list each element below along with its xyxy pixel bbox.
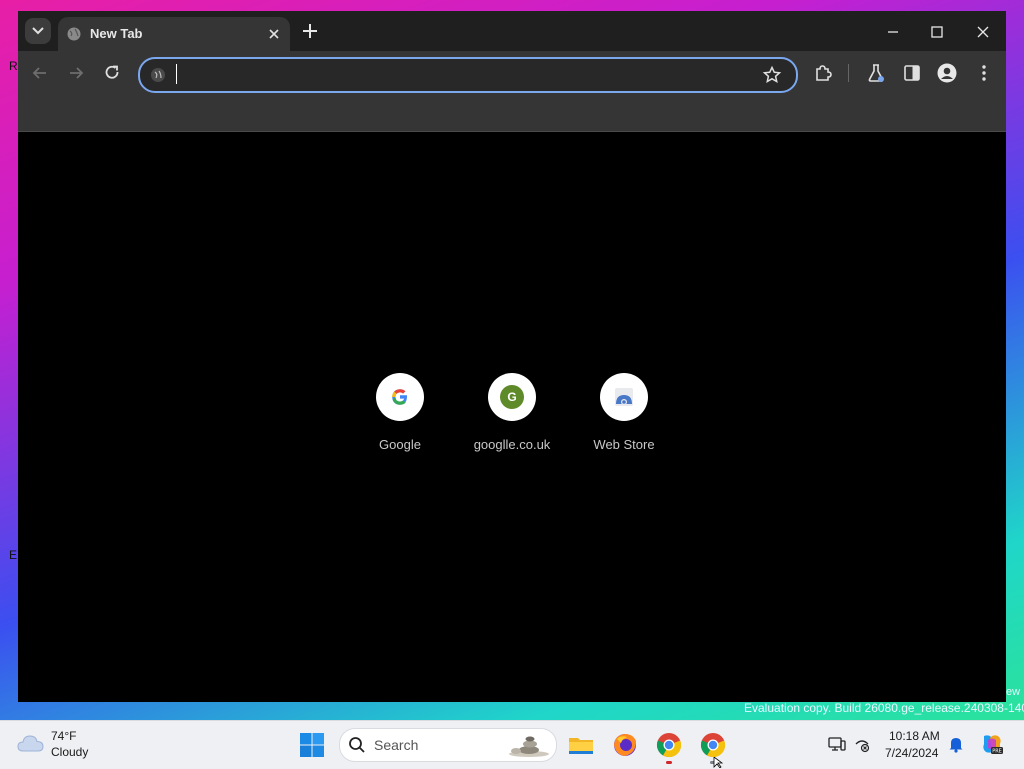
chrome-icon[interactable] bbox=[655, 731, 683, 759]
shortcut-tile-googlle[interactable]: G googlle.co.uk bbox=[456, 373, 568, 452]
google-g-icon bbox=[392, 389, 408, 405]
minimize-icon[interactable] bbox=[880, 19, 906, 45]
notification-bell-icon[interactable] bbox=[947, 735, 965, 753]
shortcut-icon-circle: G bbox=[488, 373, 536, 421]
letter-g-avatar-icon: G bbox=[500, 385, 524, 409]
new-tab-page: Google G googlle.co.uk Web Store bbox=[18, 132, 1006, 702]
reload-icon[interactable] bbox=[102, 63, 122, 83]
labs-flask-icon[interactable] bbox=[866, 63, 886, 83]
web-store-icon bbox=[615, 388, 633, 406]
taskbar: 74°F Cloudy Search 10:18 AM 7/24/2024 PR… bbox=[0, 720, 1024, 769]
copilot-icon[interactable]: PRE bbox=[980, 732, 1004, 756]
shortcut-label: Web Store bbox=[593, 437, 655, 452]
mouse-cursor-icon bbox=[713, 757, 724, 768]
tab-new-tab[interactable]: New Tab bbox=[58, 17, 290, 51]
toolbar bbox=[18, 51, 1006, 95]
taskbar-search-box[interactable]: Search bbox=[339, 728, 557, 762]
shortcut-tile-web-store[interactable]: Web Store bbox=[568, 373, 680, 452]
running-indicator bbox=[666, 761, 672, 764]
browser-window: New Tab Google G googlle.co.uk Web Store bbox=[18, 11, 1006, 702]
clock-time[interactable]: 10:18 AM bbox=[889, 729, 940, 743]
desktop-watermark-fragment: ew bbox=[1006, 686, 1021, 698]
windows-start-icon[interactable] bbox=[299, 732, 325, 758]
shortcut-tile-google[interactable]: Google bbox=[344, 373, 456, 452]
maximize-icon[interactable] bbox=[924, 19, 950, 45]
close-tab-icon[interactable] bbox=[266, 26, 282, 42]
clock-date[interactable]: 7/24/2024 bbox=[885, 746, 938, 760]
search-icon bbox=[349, 737, 365, 753]
evaluation-watermark: Evaluation copy. Build 26080.ge_release.… bbox=[744, 701, 1024, 715]
back-arrow-icon[interactable] bbox=[30, 63, 50, 83]
desktop-icon-label-fragment: R bbox=[9, 59, 18, 73]
shortcut-icon-circle bbox=[600, 373, 648, 421]
weather-temperature: 74°F bbox=[51, 729, 77, 743]
desktop-icon-label-fragment: E bbox=[9, 548, 18, 562]
forward-arrow-icon[interactable] bbox=[66, 63, 86, 83]
tab-title: New Tab bbox=[90, 26, 143, 41]
search-highlight-stones-icon bbox=[509, 736, 549, 757]
weather-condition: Cloudy bbox=[51, 745, 89, 759]
tab-strip: New Tab bbox=[18, 11, 1006, 51]
globe-icon bbox=[67, 27, 81, 41]
shortcut-icon-circle bbox=[376, 373, 424, 421]
tab-search-button[interactable] bbox=[25, 18, 51, 44]
file-explorer-icon[interactable] bbox=[567, 731, 595, 759]
side-panel-icon[interactable] bbox=[902, 63, 922, 83]
new-tab-plus-icon[interactable] bbox=[300, 21, 320, 41]
svg-text:PRE: PRE bbox=[992, 749, 1002, 755]
cloud-icon bbox=[17, 735, 44, 752]
toolbar-divider bbox=[848, 64, 849, 82]
site-info-icon[interactable] bbox=[150, 67, 166, 83]
search-placeholder: Search bbox=[374, 737, 419, 753]
chrome-canary-icon[interactable] bbox=[699, 731, 727, 759]
avatar-initial: G bbox=[507, 390, 517, 404]
shortcut-label: googlle.co.uk bbox=[473, 437, 551, 452]
bookmarks-bar bbox=[18, 95, 1006, 132]
more-menu-icon[interactable] bbox=[974, 63, 994, 83]
text-cursor bbox=[176, 64, 177, 84]
bookmark-star-icon[interactable] bbox=[762, 65, 782, 85]
firefox-icon[interactable] bbox=[611, 731, 639, 759]
display-settings-icon[interactable] bbox=[828, 735, 846, 753]
chevron-down-icon bbox=[32, 27, 44, 35]
network-disconnected-icon[interactable] bbox=[853, 735, 871, 753]
profile-avatar-icon[interactable] bbox=[937, 63, 957, 83]
extensions-puzzle-icon[interactable] bbox=[813, 63, 833, 83]
close-window-icon[interactable] bbox=[970, 19, 996, 45]
address-bar[interactable] bbox=[138, 57, 798, 93]
shortcut-label: Google bbox=[379, 437, 421, 452]
